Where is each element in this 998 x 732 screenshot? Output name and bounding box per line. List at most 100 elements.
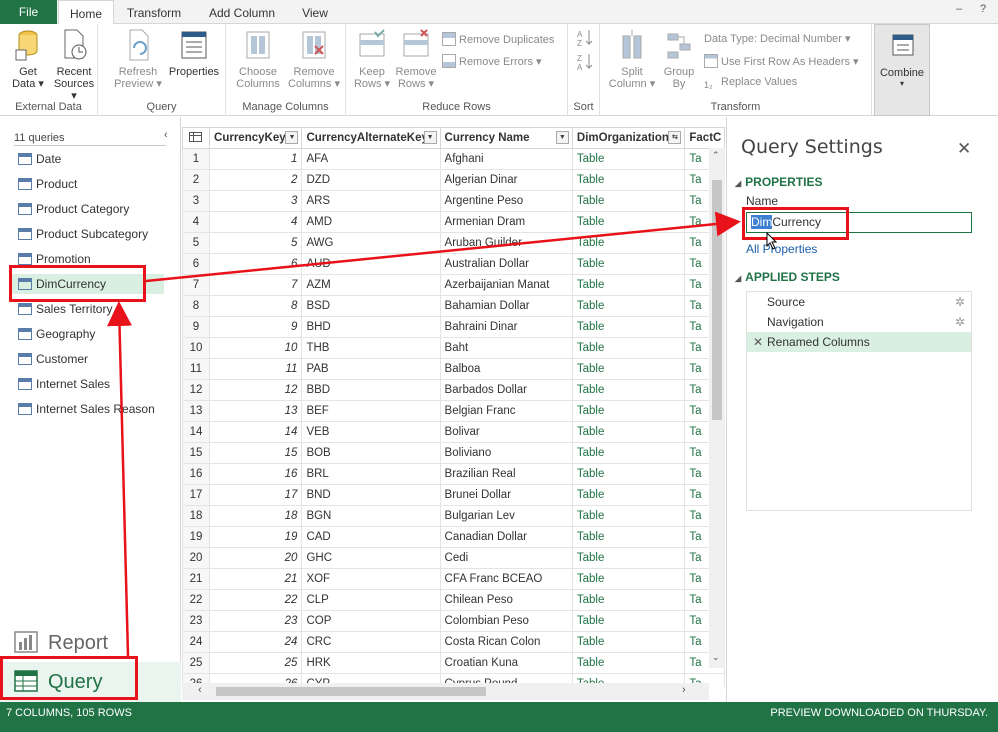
properties-button[interactable]: Properties xyxy=(166,28,222,78)
horizontal-scrollbar[interactable]: ‹ › xyxy=(182,683,709,700)
column-header-factc[interactable]: FactC xyxy=(684,127,725,149)
table-row[interactable]: 13 13 BEF Belgian Franc Table Ta xyxy=(182,400,725,422)
scroll-right-icon[interactable]: › xyxy=(682,684,686,696)
row-number[interactable]: 15 xyxy=(182,442,211,464)
row-number[interactable]: 22 xyxy=(182,589,211,611)
replace-values-button[interactable]: 1₂ Replace Values xyxy=(704,76,797,94)
collapse-pane-icon[interactable]: ‹ xyxy=(164,129,168,141)
table-row[interactable]: 17 17 BND Brunei Dollar Table Ta xyxy=(182,484,725,506)
minimize-ribbon-icon[interactable]: – xyxy=(950,3,968,15)
vertical-scroll-thumb[interactable] xyxy=(712,180,722,420)
horizontal-scroll-thumb[interactable] xyxy=(216,687,486,696)
table-row[interactable]: 19 19 CAD Canadian Dollar Table Ta xyxy=(182,526,725,548)
table-cell[interactable]: Table xyxy=(571,547,686,569)
row-number[interactable]: 1 xyxy=(182,148,211,170)
table-cell[interactable]: Table xyxy=(571,631,686,653)
remove-duplicates-button[interactable]: Remove Duplicates xyxy=(442,32,554,46)
use-first-row-as-headers-button[interactable]: Use First Row As Headers ▾ xyxy=(704,54,859,68)
tab-home[interactable]: Home xyxy=(58,0,114,25)
table-row[interactable]: 15 15 BOB Boliviano Table Ta xyxy=(182,442,725,464)
grid-corner[interactable] xyxy=(182,127,211,149)
table-cell[interactable]: Table xyxy=(571,337,686,359)
table-row[interactable]: 6 6 AUD Australian Dollar Table Ta xyxy=(182,253,725,275)
column-header-dimorganization[interactable]: DimOrganization ⇆ xyxy=(571,127,686,149)
table-row[interactable]: 20 20 GHC Cedi Table Ta xyxy=(182,547,725,569)
table-row[interactable]: 25 25 HRK Croatian Kuna Table Ta xyxy=(182,652,725,674)
tab-file[interactable]: File xyxy=(0,0,57,24)
row-number[interactable]: 21 xyxy=(182,568,211,590)
table-cell[interactable]: Table xyxy=(571,568,686,590)
query-item-product-subcategory[interactable]: Product Subcategory xyxy=(18,224,148,244)
row-number[interactable]: 3 xyxy=(182,190,211,212)
table-cell[interactable]: Table xyxy=(571,358,686,380)
gear-icon[interactable]: ✲ xyxy=(955,312,965,332)
table-cell[interactable]: Table xyxy=(571,253,686,275)
table-row[interactable]: 7 7 AZM Azerbaijanian Manat Table Ta xyxy=(182,274,725,296)
table-row[interactable]: 21 21 XOF CFA Franc BCEAO Table Ta xyxy=(182,568,725,590)
table-cell[interactable]: Table xyxy=(571,295,686,317)
remove-rows-button[interactable]: Remove Rows ▾ xyxy=(394,28,438,90)
recent-sources-button[interactable]: Recent Sources ▾ xyxy=(52,28,96,102)
table-row[interactable]: 24 24 CRC Costa Rican Colon Table Ta xyxy=(182,631,725,653)
table-row[interactable]: 1 1 AFA Afghani Table Ta xyxy=(182,148,725,170)
table-row[interactable]: 4 4 AMD Armenian Dram Table Ta xyxy=(182,211,725,233)
table-cell[interactable]: Table xyxy=(571,169,686,191)
row-number[interactable]: 12 xyxy=(182,379,211,401)
row-number[interactable]: 25 xyxy=(182,652,211,674)
table-cell[interactable]: Table xyxy=(571,463,686,485)
table-row[interactable]: 12 12 BBD Barbados Dollar Table Ta xyxy=(182,379,725,401)
table-cell[interactable]: Table xyxy=(571,652,686,674)
table-row[interactable]: 10 10 THB Baht Table Ta xyxy=(182,337,725,359)
table-row[interactable]: 11 11 PAB Balboa Table Ta xyxy=(182,358,725,380)
query-item-date[interactable]: Date xyxy=(18,149,61,169)
query-item-internet-sales[interactable]: Internet Sales xyxy=(18,374,110,394)
filter-dropdown-icon[interactable]: ▼ xyxy=(555,131,569,144)
table-row[interactable]: 9 9 BHD Bahraini Dinar Table Ta xyxy=(182,316,725,338)
row-number[interactable]: 10 xyxy=(182,337,211,359)
table-cell[interactable]: Table xyxy=(571,211,686,233)
query-item-sales-territory[interactable]: Sales Territory xyxy=(18,299,112,319)
data-type-dropdown[interactable]: Data Type: Decimal Number ▾ xyxy=(704,32,851,45)
query-item-customer[interactable]: Customer xyxy=(18,349,88,369)
sort-ascending-icon[interactable]: AZ xyxy=(576,28,594,48)
help-icon[interactable]: ? xyxy=(974,3,992,15)
scroll-down-icon[interactable]: ⌄ xyxy=(712,652,720,663)
column-header-currencyalternatekey[interactable]: CurrencyAlternateKey ▼ xyxy=(301,127,441,149)
row-number[interactable]: 16 xyxy=(182,463,211,485)
step-source[interactable]: Source ✲ xyxy=(747,292,971,312)
group-by-button[interactable]: Group By xyxy=(660,28,698,90)
table-cell[interactable]: Table xyxy=(571,484,686,506)
row-number[interactable]: 19 xyxy=(182,526,211,548)
table-cell[interactable]: Table xyxy=(571,442,686,464)
close-icon[interactable]: ✕ xyxy=(957,139,971,159)
table-cell[interactable]: Table xyxy=(571,505,686,527)
table-row[interactable]: 16 16 BRL Brazilian Real Table Ta xyxy=(182,463,725,485)
tab-view[interactable]: View xyxy=(290,0,340,24)
choose-columns-button[interactable]: Choose Columns xyxy=(234,28,282,90)
remove-errors-button[interactable]: Remove Errors ▾ xyxy=(442,54,542,68)
scroll-left-icon[interactable]: ‹ xyxy=(198,684,202,696)
remove-columns-button[interactable]: Remove Columns ▾ xyxy=(286,28,342,90)
row-number[interactable]: 23 xyxy=(182,610,211,632)
delete-step-icon[interactable]: ✕ xyxy=(753,332,763,352)
table-row[interactable]: 8 8 BSD Bahamian Dollar Table Ta xyxy=(182,295,725,317)
step-renamed-columns[interactable]: ✕ Renamed Columns xyxy=(747,332,971,352)
row-number[interactable]: 9 xyxy=(182,316,211,338)
table-row[interactable]: 3 3 ARS Argentine Peso Table Ta xyxy=(182,190,725,212)
query-item-geography[interactable]: Geography xyxy=(18,324,95,344)
table-row[interactable]: 18 18 BGN Bulgarian Lev Table Ta xyxy=(182,505,725,527)
row-number[interactable]: 24 xyxy=(182,631,211,653)
query-item-product-category[interactable]: Product Category xyxy=(18,199,129,219)
table-row[interactable]: 14 14 VEB Bolivar Table Ta xyxy=(182,421,725,443)
column-header-currencykey[interactable]: CurrencyKey ▼ xyxy=(209,127,303,149)
row-number[interactable]: 20 xyxy=(182,547,211,569)
column-header-currency-name[interactable]: Currency Name ▼ xyxy=(439,127,573,149)
row-number[interactable]: 18 xyxy=(182,505,211,527)
applied-steps-section[interactable]: ◢ APPLIED STEPS xyxy=(735,270,840,284)
row-number[interactable]: 17 xyxy=(182,484,211,506)
gear-icon[interactable]: ✲ xyxy=(955,292,965,312)
table-cell[interactable]: Table xyxy=(571,610,686,632)
table-row[interactable]: 22 22 CLP Chilean Peso Table Ta xyxy=(182,589,725,611)
table-row[interactable]: 5 5 AWG Aruban Guilder Table Ta xyxy=(182,232,725,254)
table-cell[interactable]: Table xyxy=(571,379,686,401)
